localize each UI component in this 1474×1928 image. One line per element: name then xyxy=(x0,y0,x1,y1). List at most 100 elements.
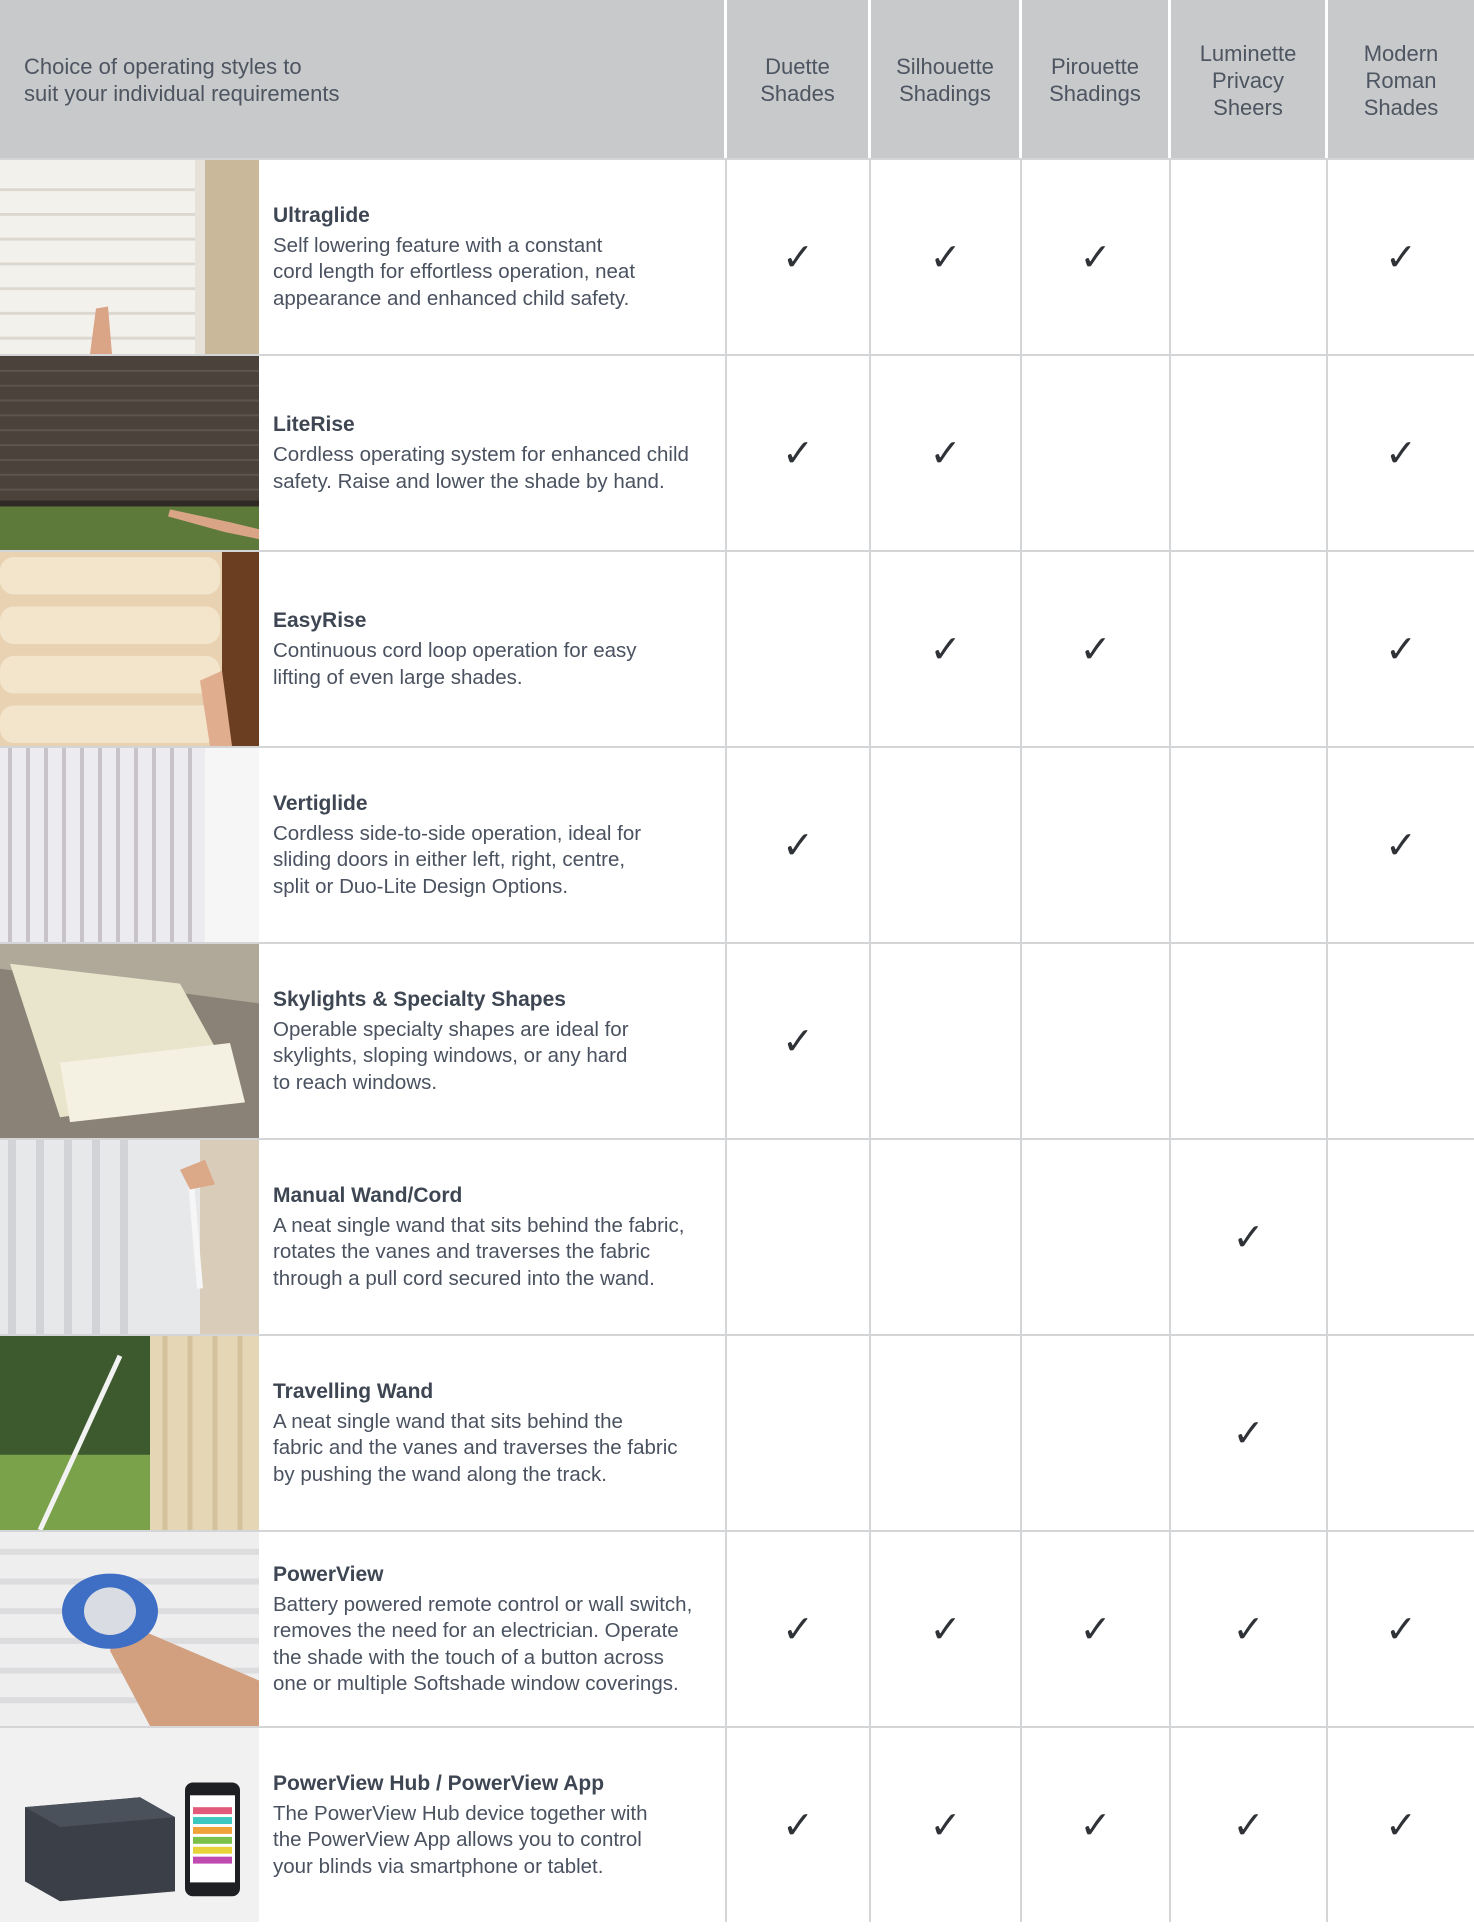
check-cell-duette: ✓ xyxy=(727,1726,871,1922)
table-row: Vertiglide Cordless side-to-side operatio… xyxy=(0,746,727,942)
row-text: Battery powered remote control or wall s… xyxy=(273,1592,693,1696)
check-cell-luminette xyxy=(1171,158,1328,354)
check-cell-luminette: ✓ xyxy=(1171,1334,1328,1530)
column-header-luminette: Luminette Privacy Sheers xyxy=(1171,0,1328,158)
checkmark-icon: ✓ xyxy=(1385,823,1417,867)
check-cell-duette: ✓ xyxy=(727,942,871,1138)
row-description: Manual Wand/Cord A neat single wand that … xyxy=(259,1140,725,1334)
check-cell-modern-roman: ✓ xyxy=(1328,1530,1474,1726)
row-title: Travelling Wand xyxy=(273,1379,434,1403)
row-title: Manual Wand/Cord xyxy=(273,1183,463,1207)
row-image-graphic xyxy=(0,748,259,942)
table-row: PowerView Battery powered remote control … xyxy=(0,1530,727,1726)
check-cell-modern-roman: ✓ xyxy=(1328,158,1474,354)
column-header-duette: Duette Shades xyxy=(727,0,871,158)
row-text: A neat single wand that sits behind the … xyxy=(273,1409,678,1486)
row-text: Operable specialty shapes are ideal for … xyxy=(273,1017,629,1094)
checkmark-icon: ✓ xyxy=(1079,1803,1112,1847)
table-row: PowerView Hub / PowerView App The PowerVi… xyxy=(0,1726,727,1922)
row-image-graphic xyxy=(0,552,259,746)
row-title: PowerView Hub / PowerView App xyxy=(273,1771,605,1795)
checkmark-icon: ✓ xyxy=(1079,627,1112,671)
check-cell-silhouette xyxy=(871,1138,1022,1334)
check-cell-duette xyxy=(727,1334,871,1530)
row-image xyxy=(0,356,259,550)
column-header-silhouette: Silhouette Shadings xyxy=(871,0,1022,158)
row-image-graphic xyxy=(0,1728,259,1922)
check-cell-modern-roman: ✓ xyxy=(1328,746,1474,942)
check-cell-luminette xyxy=(1171,550,1328,746)
checkmark-icon: ✓ xyxy=(929,235,962,279)
row-text: The PowerView Hub device together with t… xyxy=(273,1801,648,1878)
row-description: Travelling Wand A neat single wand that s… xyxy=(259,1336,725,1530)
check-cell-pirouette: ✓ xyxy=(1022,158,1171,354)
check-cell-pirouette: ✓ xyxy=(1022,1726,1171,1922)
checkmark-icon: ✓ xyxy=(929,1607,962,1651)
row-description: Vertiglide Cordless side-to-side operatio… xyxy=(259,748,725,942)
checkmark-icon: ✓ xyxy=(782,1803,814,1847)
row-image xyxy=(0,1532,259,1726)
checkmark-icon: ✓ xyxy=(1232,1607,1265,1651)
check-cell-modern-roman xyxy=(1328,1334,1474,1530)
table-row: EasyRise Continuous cord loop operation f… xyxy=(0,550,727,746)
checkmark-icon: ✓ xyxy=(929,627,962,671)
operating-styles-table: Choice of operating styles to suit your … xyxy=(0,0,1474,1928)
check-cell-modern-roman: ✓ xyxy=(1328,1726,1474,1922)
row-title: LiteRise xyxy=(273,413,355,436)
check-cell-pirouette xyxy=(1022,1138,1171,1334)
checkmark-icon: ✓ xyxy=(1385,1803,1417,1847)
row-text: Continuous cord loop operation for easy … xyxy=(273,639,637,689)
checkmark-icon: ✓ xyxy=(1385,627,1417,671)
check-cell-luminette xyxy=(1171,354,1328,550)
row-title: EasyRise xyxy=(273,609,367,632)
row-image-graphic xyxy=(0,1336,259,1530)
check-cell-silhouette xyxy=(871,746,1022,942)
check-cell-luminette: ✓ xyxy=(1171,1138,1328,1334)
row-title: Skylights & Specialty Shapes xyxy=(273,987,566,1011)
row-image-graphic xyxy=(0,160,259,354)
row-text: Cordless side-to-side operation, ideal f… xyxy=(273,821,642,898)
column-header-modern-roman: Modern Roman Shades xyxy=(1328,0,1474,158)
check-cell-duette xyxy=(727,550,871,746)
check-cell-luminette: ✓ xyxy=(1171,1530,1328,1726)
row-title: Vertiglide xyxy=(273,791,368,815)
row-text: Self lowering feature with a constant co… xyxy=(273,233,636,310)
row-image-graphic xyxy=(0,356,259,550)
row-description: LiteRise Cordless operating system for en… xyxy=(259,356,725,550)
checkmark-icon: ✓ xyxy=(1385,1607,1417,1651)
checkmark-icon: ✓ xyxy=(1232,1803,1265,1847)
check-cell-pirouette xyxy=(1022,942,1171,1138)
row-description: Skylights & Specialty Shapes Operable spe… xyxy=(259,944,725,1138)
checkmark-icon: ✓ xyxy=(1079,235,1112,279)
table-row: Skylights & Specialty Shapes Operable spe… xyxy=(0,942,727,1138)
column-header-pirouette: Pirouette Shadings xyxy=(1022,0,1171,158)
check-cell-pirouette xyxy=(1022,746,1171,942)
check-cell-silhouette: ✓ xyxy=(871,550,1022,746)
check-cell-modern-roman: ✓ xyxy=(1328,550,1474,746)
row-title: PowerView xyxy=(273,1562,384,1586)
check-cell-luminette xyxy=(1171,746,1328,942)
row-title: Ultraglide xyxy=(273,203,370,227)
check-cell-modern-roman: ✓ xyxy=(1328,354,1474,550)
check-cell-modern-roman xyxy=(1328,942,1474,1138)
check-cell-silhouette: ✓ xyxy=(871,1530,1022,1726)
row-image xyxy=(0,944,259,1138)
check-cell-silhouette xyxy=(871,1334,1022,1530)
row-image xyxy=(0,552,259,746)
checkmark-icon: ✓ xyxy=(1079,1607,1112,1651)
row-image xyxy=(0,1336,259,1530)
check-cell-duette xyxy=(727,1138,871,1334)
check-cell-pirouette xyxy=(1022,1334,1171,1530)
check-cell-duette: ✓ xyxy=(727,158,871,354)
row-image xyxy=(0,1140,259,1334)
check-cell-duette: ✓ xyxy=(727,354,871,550)
table-row: Travelling Wand A neat single wand that s… xyxy=(0,1334,727,1530)
checkmark-icon: ✓ xyxy=(1232,1215,1265,1259)
check-cell-duette: ✓ xyxy=(727,1530,871,1726)
check-cell-pirouette: ✓ xyxy=(1022,1530,1171,1726)
checkmark-icon: ✓ xyxy=(782,235,814,279)
check-cell-silhouette xyxy=(871,942,1022,1138)
checkmark-icon: ✓ xyxy=(1385,235,1417,279)
row-image-graphic xyxy=(0,1532,259,1726)
checkmark-icon: ✓ xyxy=(929,431,962,475)
